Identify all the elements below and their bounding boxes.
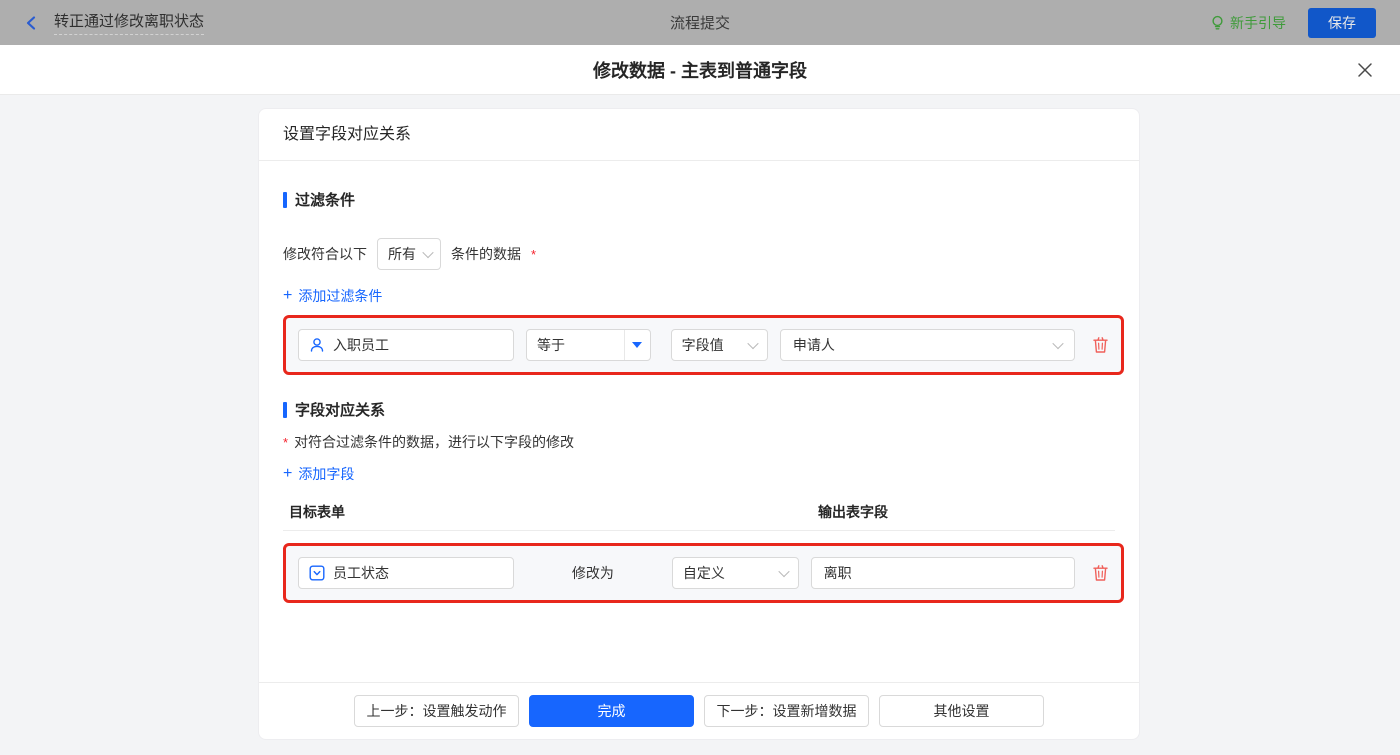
column-header-output: 输出表字段 xyxy=(818,504,888,520)
next-step-button[interactable]: 下一步：设置新增数据 xyxy=(704,695,869,727)
trash-icon xyxy=(1093,337,1108,353)
filter-section-label: 过滤条件 xyxy=(295,192,356,209)
match-scope-value: 所有 xyxy=(388,246,416,262)
mapping-column-headers: 目标表单 输出表字段 xyxy=(283,502,1115,522)
modal-title: 修改数据 - 主表到普通字段 xyxy=(593,60,807,81)
mapping-description-row: * 对符合过滤条件的数据，进行以下字段的修改 xyxy=(283,432,1115,452)
add-filter-label: 添加过滤条件 xyxy=(298,288,383,304)
other-settings-button[interactable]: 其他设置 xyxy=(879,695,1044,727)
target-field-value: 员工状态 xyxy=(333,565,389,581)
save-button[interactable]: 保存 xyxy=(1308,7,1376,38)
delete-filter-row-button[interactable] xyxy=(1092,336,1109,354)
mode-value: 自定义 xyxy=(682,565,725,581)
section-marker xyxy=(283,401,287,418)
plus-icon: + xyxy=(283,287,293,304)
chevron-down-icon xyxy=(422,246,434,259)
modal-body: 设置字段对应关系 过滤条件 修改符合以下 所有 条件的数据 * + 添加过滤条件 xyxy=(0,95,1400,755)
filter-value-select[interactable]: 申请人 xyxy=(779,329,1076,361)
prev-step-button[interactable]: 上一步：设置触发动作 xyxy=(354,695,519,727)
settings-card: 设置字段对应关系 过滤条件 修改符合以下 所有 条件的数据 * + 添加过滤条件 xyxy=(258,108,1140,740)
match-prefix-label: 修改符合以下 xyxy=(283,246,367,262)
add-field-label: 添加字段 xyxy=(298,466,355,482)
chevron-down-icon xyxy=(747,337,759,350)
value-type-value: 字段值 xyxy=(681,337,724,353)
action-label: 修改为 xyxy=(571,565,614,581)
filter-field-value: 入职员工 xyxy=(333,337,389,353)
filter-match-row: 修改符合以下 所有 条件的数据 * xyxy=(283,238,1115,270)
caret-down-icon xyxy=(632,342,643,348)
operator-select[interactable]: 等于 xyxy=(525,329,651,361)
chevron-down-icon xyxy=(777,565,790,578)
guide-button[interactable]: 新手引导 xyxy=(1210,13,1286,33)
operator-value: 等于 xyxy=(536,337,565,353)
user-icon xyxy=(310,338,324,352)
done-button[interactable]: 完成 xyxy=(529,695,694,727)
delete-mapping-row-button[interactable] xyxy=(1092,564,1109,582)
guide-label: 新手引导 xyxy=(1230,14,1286,31)
plus-icon: + xyxy=(283,465,293,482)
filter-field-input[interactable]: 入职员工 xyxy=(298,329,514,361)
mapping-row-highlight: 员工状态 修改为 自定义 离职 xyxy=(283,543,1124,603)
mapping-description: 对符合过滤条件的数据，进行以下字段的修改 xyxy=(294,434,575,450)
required-asterisk: * xyxy=(531,246,537,262)
modal-header: 修改数据 - 主表到普通字段 xyxy=(0,45,1400,95)
page-center-title: 流程提交 xyxy=(669,15,730,32)
required-asterisk: * xyxy=(283,434,289,450)
filter-value-value: 申请人 xyxy=(792,337,835,353)
section-marker xyxy=(283,191,287,208)
close-icon xyxy=(1358,62,1372,77)
output-value: 离职 xyxy=(823,565,852,581)
card-footer: 上一步：设置触发动作 完成 下一步：设置新增数据 其他设置 xyxy=(259,682,1139,739)
operator-caret-button[interactable] xyxy=(623,330,650,360)
match-scope-select[interactable]: 所有 xyxy=(377,238,441,270)
column-header-target: 目标表单 xyxy=(289,504,345,520)
chevron-down-icon xyxy=(1052,337,1064,350)
add-field-link[interactable]: + 添加字段 xyxy=(283,464,354,484)
match-suffix-label: 条件的数据 xyxy=(451,246,521,262)
topbar: 流程提交 转正通过修改离职状态 新手引导 保存 xyxy=(0,0,1400,45)
value-type-select[interactable]: 字段值 xyxy=(670,329,768,361)
card-header-title: 设置字段对应关系 xyxy=(259,109,1139,161)
mapping-section-title: 字段对应关系 xyxy=(283,399,1115,420)
lightbulb-icon xyxy=(1212,15,1223,30)
trash-icon xyxy=(1093,565,1108,581)
column-divider xyxy=(283,530,1115,531)
filter-row-highlight: 入职员工 等于 字段值 申请人 xyxy=(283,315,1124,375)
filter-section-title: 过滤条件 xyxy=(283,189,1115,210)
flow-title[interactable]: 转正通过修改离职状态 xyxy=(54,10,205,35)
chevron-left-icon xyxy=(26,15,36,30)
target-field-input[interactable]: 员工状态 xyxy=(298,557,514,589)
back-button[interactable] xyxy=(24,15,40,31)
mode-select[interactable]: 自定义 xyxy=(671,557,799,589)
mapping-section-label: 字段对应关系 xyxy=(295,402,386,419)
add-filter-link[interactable]: + 添加过滤条件 xyxy=(283,286,382,306)
card-content: 过滤条件 修改符合以下 所有 条件的数据 * + 添加过滤条件 入职员工 等于 … xyxy=(259,161,1139,682)
output-value-input[interactable]: 离职 xyxy=(810,557,1075,589)
select-field-icon xyxy=(309,565,325,581)
close-button[interactable] xyxy=(1354,59,1376,81)
